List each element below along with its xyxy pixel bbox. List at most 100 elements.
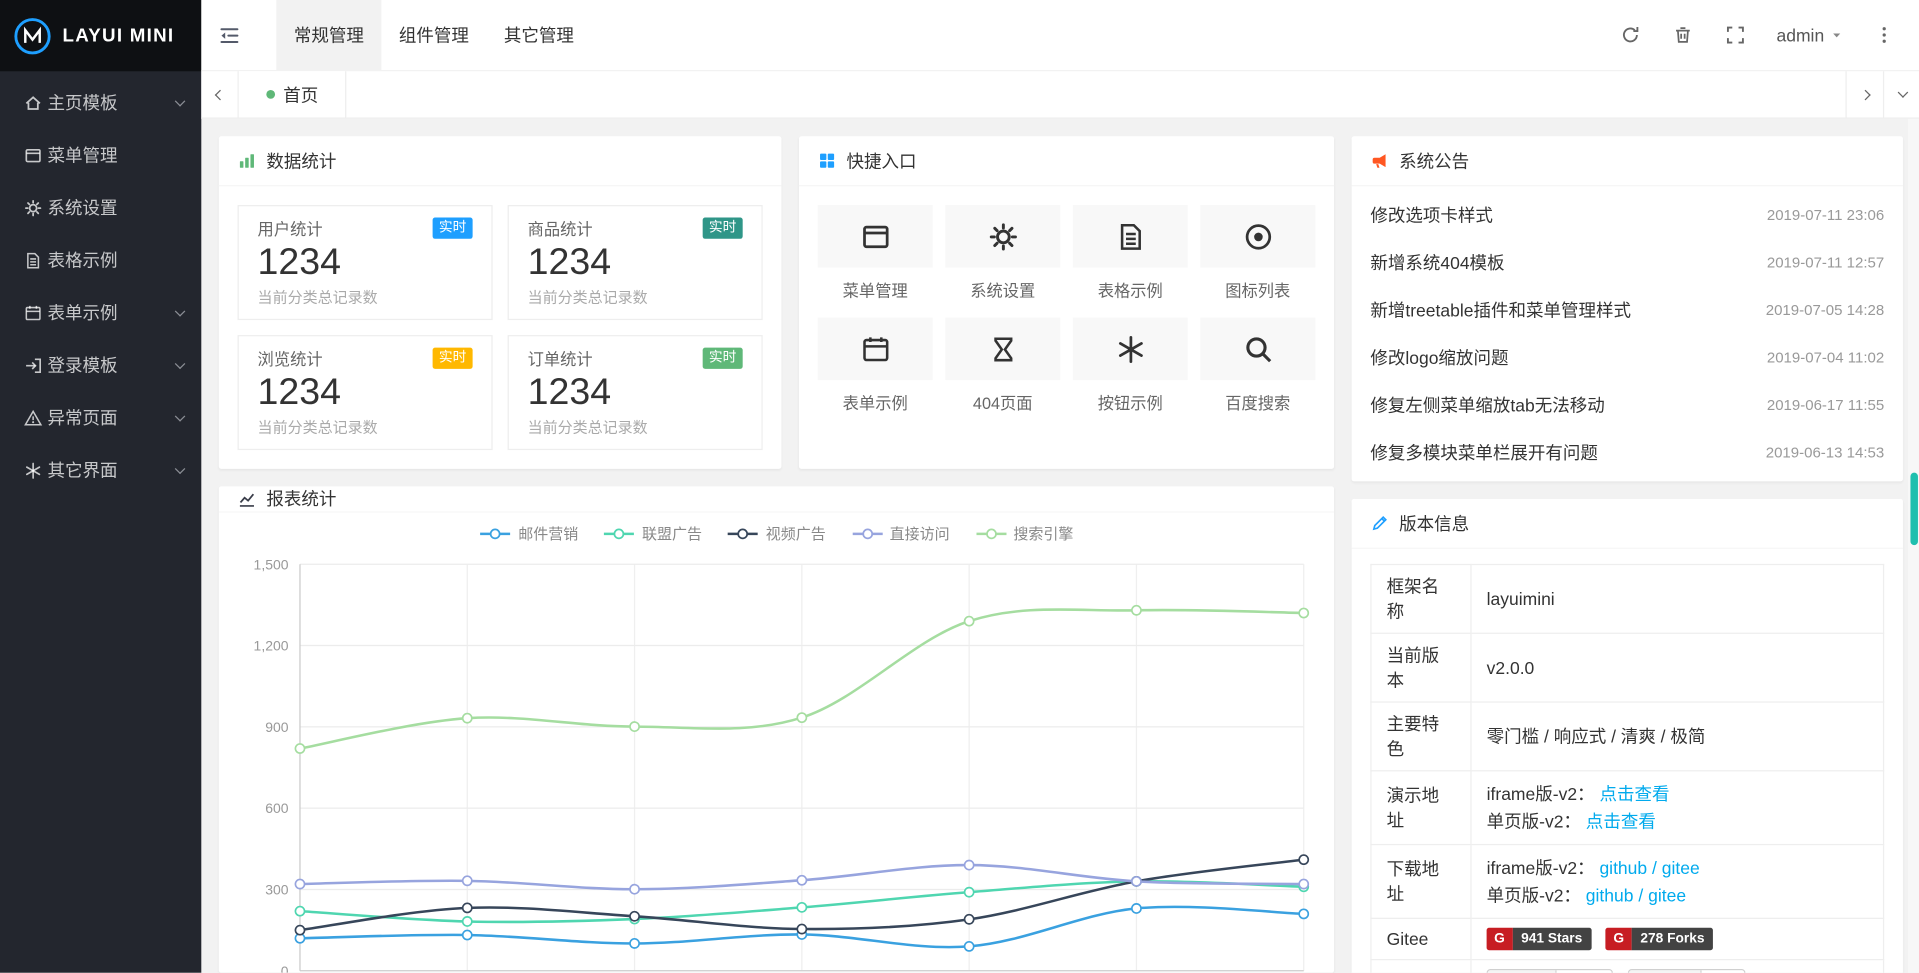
download-link-github-onepage[interactable]: github (1586, 885, 1634, 905)
download-link-github-iframe[interactable]: github (1599, 858, 1647, 878)
stat-title: 商品统计 (528, 216, 593, 240)
version-row-label: 当前版本 (1371, 633, 1471, 702)
sidebar-item-form-examples[interactable]: 表单示例 (0, 286, 201, 339)
quick-tile-form[interactable]: 表单示例 (818, 318, 933, 414)
tabs-scroll-left-button[interactable] (201, 71, 239, 117)
calendar-icon (18, 303, 48, 322)
top-tab-general[interactable]: 常规管理 (276, 0, 381, 70)
user-menu[interactable]: admin (1761, 0, 1857, 70)
announcement-item[interactable]: 新增treetable插件和菜单管理样式 2019-07-05 14:28 (1352, 286, 1903, 334)
github-star-badge[interactable]: Star 1,419 (1487, 969, 1614, 972)
announcement-item[interactable]: 修复多模块菜单栏展开有问题 2019-06-13 14:53 (1352, 429, 1903, 477)
tabbar-spacer (346, 71, 1845, 117)
chevron-left-icon (214, 89, 225, 100)
chart-legend: 邮件营销 联盟广告 视频广告 直接访问 搜索引擎 (219, 513, 1334, 544)
stat-box-views: 浏览统计 实时 1234 当前分类总记录数 (238, 335, 493, 450)
content-area: 数据统计 用户统计 实时 1234 当前分类总记录数 (201, 119, 1919, 973)
tab-home[interactable]: 首页 (239, 71, 347, 117)
svg-text:600: 600 (265, 800, 289, 816)
announcement-date: 2019-07-04 11:02 (1767, 349, 1884, 367)
announcement-item[interactable]: 修改logo缩放问题 2019-07-04 11:02 (1352, 334, 1903, 382)
version-row-value: iframe版-v2： github / gitee 单页版-v2： githu… (1471, 845, 1884, 919)
logo[interactable]: LAYUI MINI (0, 0, 201, 71)
top-tab-other[interactable]: 其它管理 (486, 0, 591, 70)
tabs-scroll-right-button[interactable] (1845, 71, 1883, 117)
stat-title: 订单统计 (528, 346, 593, 370)
announcement-item[interactable]: 新增系统404模板 2019-07-11 12:57 (1352, 239, 1903, 287)
login-icon (18, 356, 48, 375)
sidebar-item-other-pages[interactable]: 其它界面 (0, 444, 201, 497)
tabs-dropdown-button[interactable] (1883, 71, 1919, 117)
announcement-date: 2019-07-05 14:28 (1766, 301, 1884, 319)
version-row-label: 演示地址 (1371, 771, 1471, 845)
version-row-value: iframe版-v2： 点击查看 单页版-v2： 点击查看 (1471, 771, 1884, 845)
stat-badge: 实时 (703, 347, 743, 368)
page-scrollbar[interactable] (1908, 119, 1919, 973)
grid-icon (818, 151, 837, 170)
clear-cache-button[interactable] (1656, 0, 1709, 70)
legend-item[interactable]: 联盟广告 (603, 523, 702, 544)
gitee-forks-badge[interactable]: G 278 Forks (1606, 928, 1713, 951)
legend-item[interactable]: 搜索引擎 (975, 523, 1074, 544)
quick-tile-baidu-search[interactable]: 百度搜索 (1200, 318, 1315, 414)
quick-tile-menu[interactable]: 菜单管理 (818, 205, 933, 301)
announcement-text: 修改logo缩放问题 (1370, 345, 1508, 370)
sidebar-item-system-settings[interactable]: 系统设置 (0, 181, 201, 234)
quick-tile-label: 菜单管理 (818, 278, 933, 302)
fullscreen-icon (1725, 25, 1745, 45)
demo-link-onepage-v2[interactable]: 点击查看 (1586, 811, 1656, 831)
content-main-column: 数据统计 用户统计 实时 1234 当前分类总记录数 (219, 136, 1334, 972)
version-row-value: Star 1,419 Fork 440 (1471, 960, 1884, 973)
sidebar-item-login-templates[interactable]: 登录模板 (0, 339, 201, 392)
card-quick-entry: 快捷入口 菜单管理 系统设置 (799, 136, 1334, 469)
quick-tile-settings[interactable]: 系统设置 (945, 205, 1060, 301)
announcement-item[interactable]: 修改选项卡样式 2019-07-11 23:06 (1352, 191, 1903, 239)
app-root: LAYUI MINI 主页模板 菜单管理 系统设置 表格示例 表单 (0, 0, 1919, 973)
sidebar-item-table-examples[interactable]: 表格示例 (0, 234, 201, 287)
download-link-gitee-iframe[interactable]: gitee (1662, 858, 1700, 878)
quick-tile-buttons[interactable]: 按钮示例 (1073, 318, 1188, 414)
gitee-stars-badge[interactable]: G 941 Stars (1487, 928, 1591, 951)
announcement-item[interactable]: 修复左侧菜单缩放tab无法移动 2019-06-17 11:55 (1352, 381, 1903, 429)
sidebar-item-home-templates[interactable]: 主页模板 (0, 76, 201, 129)
topbar-actions: admin (1604, 0, 1919, 70)
download-link-gitee-onepage[interactable]: gitee (1648, 885, 1686, 905)
version-table: 框架名称 layuimini 当前版本 v2.0.0 主要特色 零门槛 / 响应… (1370, 564, 1884, 973)
demo-link-iframe-v2[interactable]: 点击查看 (1599, 784, 1669, 804)
github-star-count: 1,419 (1557, 971, 1612, 973)
stat-desc: 当前分类总记录数 (258, 286, 473, 307)
stat-badge: 实时 (703, 217, 743, 238)
sidebar-item-label: 登录模板 (48, 353, 177, 378)
logo-icon (13, 16, 53, 56)
bar-chart-icon (238, 151, 257, 170)
snowflake-icon (1115, 333, 1146, 364)
svg-text:0: 0 (281, 963, 289, 973)
refresh-button[interactable] (1604, 0, 1657, 70)
announcement-date: 2019-07-11 23:06 (1767, 206, 1884, 224)
username: admin (1777, 25, 1825, 45)
stat-value: 1234 (528, 371, 743, 414)
legend-item[interactable]: 直接访问 (851, 523, 950, 544)
quick-tile-label: 按钮示例 (1073, 390, 1188, 414)
quick-tile-label: 系统设置 (945, 278, 1060, 302)
card-version-info: 版本信息 框架名称 layuimini 当前版本 v2.0.0 主要特色 (1352, 499, 1903, 973)
legend-item[interactable]: 视频广告 (727, 523, 826, 544)
more-button[interactable] (1858, 0, 1911, 70)
more-dots-icon (1874, 25, 1894, 45)
sidebar-item-menu-management[interactable]: 菜单管理 (0, 129, 201, 182)
collapse-sidebar-button[interactable] (201, 0, 256, 70)
chevron-down-icon (175, 358, 186, 369)
top-tab-components[interactable]: 组件管理 (381, 0, 486, 70)
sidebar-item-error-pages[interactable]: 异常页面 (0, 391, 201, 444)
legend-item[interactable]: 邮件营销 (479, 523, 578, 544)
github-fork-badge[interactable]: Fork 440 (1628, 969, 1746, 972)
quick-tile-icons[interactable]: 图标列表 (1200, 205, 1315, 301)
svg-text:900: 900 (265, 719, 289, 735)
quick-tile-table[interactable]: 表格示例 (1073, 205, 1188, 301)
github-fork-count: 440 (1702, 971, 1745, 973)
quick-tile-label: 404页面 (945, 390, 1060, 414)
tab-label: 首页 (283, 82, 318, 107)
quick-tile-404[interactable]: 404页面 (945, 318, 1060, 414)
fullscreen-button[interactable] (1709, 0, 1762, 70)
scrollbar-thumb[interactable] (1910, 473, 1918, 546)
